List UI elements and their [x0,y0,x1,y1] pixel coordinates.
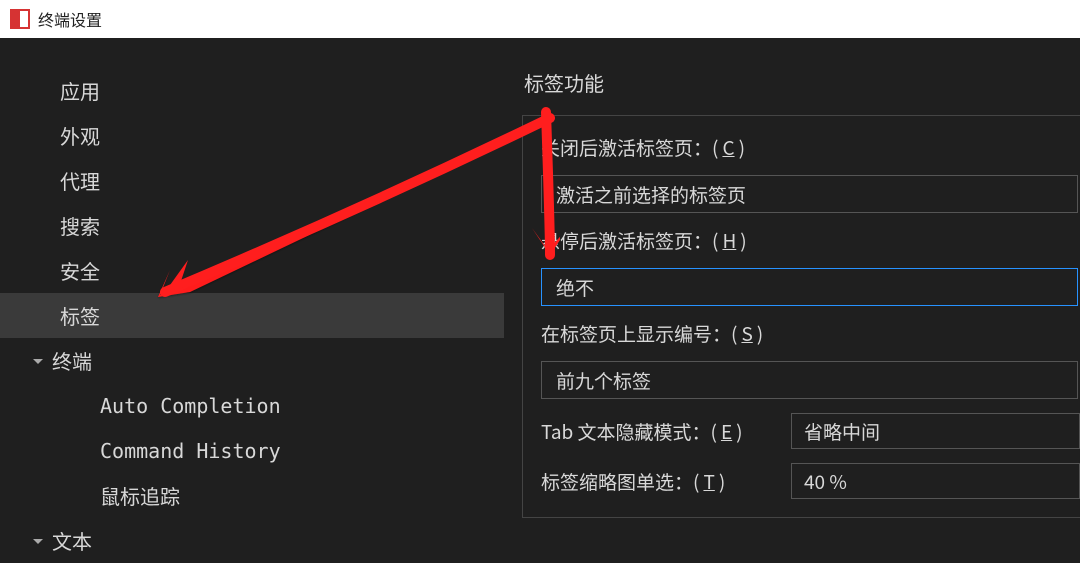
sidebar-item-security[interactable]: 安全 [0,248,504,293]
close-activate-combo[interactable]: 激活之前选择的标签页 [541,175,1078,213]
main-area: 应用 外观 代理 搜索 安全 标签 终端 Auto Completion Com… [0,38,1080,563]
sidebar-subitem-mouse[interactable]: 鼠标追踪 [0,473,504,518]
thumb-row: 标签缩略图单选：(T) 40 % [541,463,1080,499]
sidebar-item-app[interactable]: 应用 [0,68,504,113]
chevron-down-icon [32,535,44,547]
tab-hide-combo[interactable]: 省略中间 [791,413,1080,449]
sidebar-item-proxy[interactable]: 代理 [0,158,504,203]
sidebar-subitem-history[interactable]: Command History [0,428,504,473]
sidebar-header-terminal[interactable]: 终端 [0,338,504,383]
show-number-combo[interactable]: 前九个标签 [541,361,1078,399]
close-activate-label: 关闭后激活标签页：(C) [541,134,1080,161]
titlebar: 终端设置 [0,0,1080,38]
settings-sidebar: 应用 外观 代理 搜索 安全 标签 终端 Auto Completion Com… [0,38,504,563]
hover-activate-label: 悬停后激活标签页：(H) [541,227,1080,254]
chevron-down-icon [32,355,44,367]
sidebar-subitem-autocomplete[interactable]: Auto Completion [0,383,504,428]
settings-content: 标签功能 关闭后激活标签页：(C) 激活之前选择的标签页 悬停后激活标签页：(H… [504,38,1080,563]
tab-hide-label: Tab 文本隐藏模式：(E) [541,418,771,445]
app-icon [10,9,30,29]
sidebar-item-search[interactable]: 搜索 [0,203,504,248]
thumb-label: 标签缩略图单选：(T) [541,468,771,495]
sidebar-item-appearance[interactable]: 外观 [0,113,504,158]
window-title: 终端设置 [38,7,102,31]
sidebar-header-text[interactable]: 文本 [0,518,504,563]
hover-activate-combo[interactable]: 绝不 [541,268,1078,306]
show-number-label: 在标签页上显示编号：(S) [541,320,1080,347]
thumb-spinner[interactable]: 40 % [791,463,1080,499]
form-panel: 关闭后激活标签页：(C) 激活之前选择的标签页 悬停后激活标签页：(H) 绝不 … [522,115,1080,518]
section-title: 标签功能 [522,68,1080,97]
sidebar-item-tabs[interactable]: 标签 [0,293,504,338]
tab-hide-row: Tab 文本隐藏模式：(E) 省略中间 [541,413,1080,449]
